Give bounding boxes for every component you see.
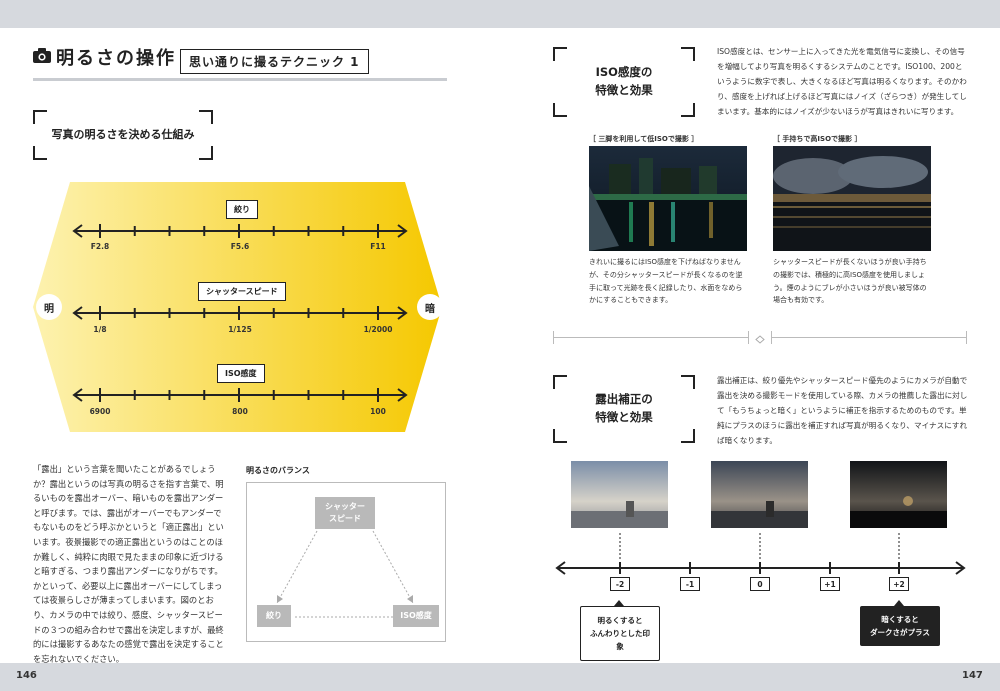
title-rule — [33, 78, 447, 81]
mechanism-title: 写真の明るさを決める仕組み — [51, 128, 195, 141]
photo-dark — [850, 461, 947, 528]
factory-night-photo — [773, 146, 931, 251]
photo-normal — [711, 461, 808, 528]
iso-frame: ISO感度の 特徴と効果 — [553, 47, 695, 117]
balance-title: 明るさのバランス — [246, 466, 310, 475]
iso-label: ISO感度 — [217, 364, 265, 383]
dark-label: 暗 — [417, 294, 443, 320]
iso-tick-label: 800 — [232, 407, 248, 416]
divider-right-cap — [966, 331, 967, 344]
bottom-bar — [0, 663, 1000, 691]
photo2-caption: ［ 手持ちで高ISOで撮影 ］ — [773, 135, 862, 143]
ev-label: +1 — [820, 577, 840, 591]
shutter-tick-label: 1/8 — [93, 325, 107, 334]
note-bright: 明るくすると ふんわりとした印象 — [580, 606, 660, 661]
mechanism-frame: 写真の明るさを決める仕組み — [33, 110, 213, 160]
shutter-speed-label: シャッタースピード — [198, 282, 286, 301]
aperture-tick-label: F2.8 — [90, 242, 110, 251]
balance-shutter-box: シャッター スピード — [315, 497, 375, 529]
top-bar — [0, 0, 1000, 28]
iso-description: ISO感度とは、センサー上に入ってきた光を電気信号に変換し、その信号を増幅してよ… — [717, 47, 967, 116]
balance-aperture-box: 絞り — [257, 605, 291, 627]
ev-label: 0 — [750, 577, 770, 591]
aperture-tick-label: F5.6 — [230, 242, 250, 251]
exposure-description: 露出補正は、絞り優先やシャッタースピード優先のようにカメラが自動で露出を決める撮… — [717, 376, 968, 445]
divider-ornament — [748, 331, 772, 344]
section-title: 明るさの操作 — [56, 48, 176, 69]
exposure-body-text: 「露出」という言葉を聞いたことがあるでしょうか？露出というのは写真の明るさを指す… — [33, 464, 224, 664]
photo1-text: きれいに撮るにはISO感度を下げねばなりませんが、その分シャッタースピードが長く… — [589, 258, 743, 305]
iso-tick-label: 6900 — [89, 407, 111, 416]
divider-left-cap — [553, 331, 554, 344]
page-number-right: 147 — [962, 670, 983, 681]
page-number-left: 146 — [16, 670, 37, 681]
technique-label: 思い通りに撮るテクニック 1 — [180, 49, 369, 74]
ev-label: +2 — [889, 577, 909, 591]
exposure-title: 露出補正の 特徴と効果 — [595, 392, 653, 424]
bright-label: 明 — [36, 294, 62, 320]
photo-bright — [571, 461, 668, 528]
balance-iso-box: ISO感度 — [393, 605, 439, 627]
balance-diagram: シャッター スピード 絞り ISO感度 — [246, 482, 446, 642]
shutter-tick-label: 1/2000 — [363, 325, 393, 334]
camera-icon — [33, 48, 51, 63]
ev-label: -1 — [680, 577, 700, 591]
night-harbor-photo — [589, 146, 747, 251]
aperture-tick-label: F11 — [370, 242, 386, 251]
exposure-frame: 露出補正の 特徴と効果 — [553, 375, 695, 443]
photo2-text: シャッタースピードが長くないほうが良い手持ちの撮影では、積極的に高ISO感度を使… — [773, 258, 927, 305]
shutter-tick-label: 1/125 — [228, 325, 252, 334]
aperture-label: 絞り — [226, 200, 258, 219]
photo1-caption: ［ 三脚を利用して低ISOで撮影 ］ — [589, 135, 699, 143]
ev-label: -2 — [610, 577, 630, 591]
iso-tick-label: 100 — [370, 407, 386, 416]
iso-title: ISO感度の 特徴と効果 — [595, 65, 653, 97]
note-dark: 暗くすると ダークさがプラス — [860, 606, 940, 646]
